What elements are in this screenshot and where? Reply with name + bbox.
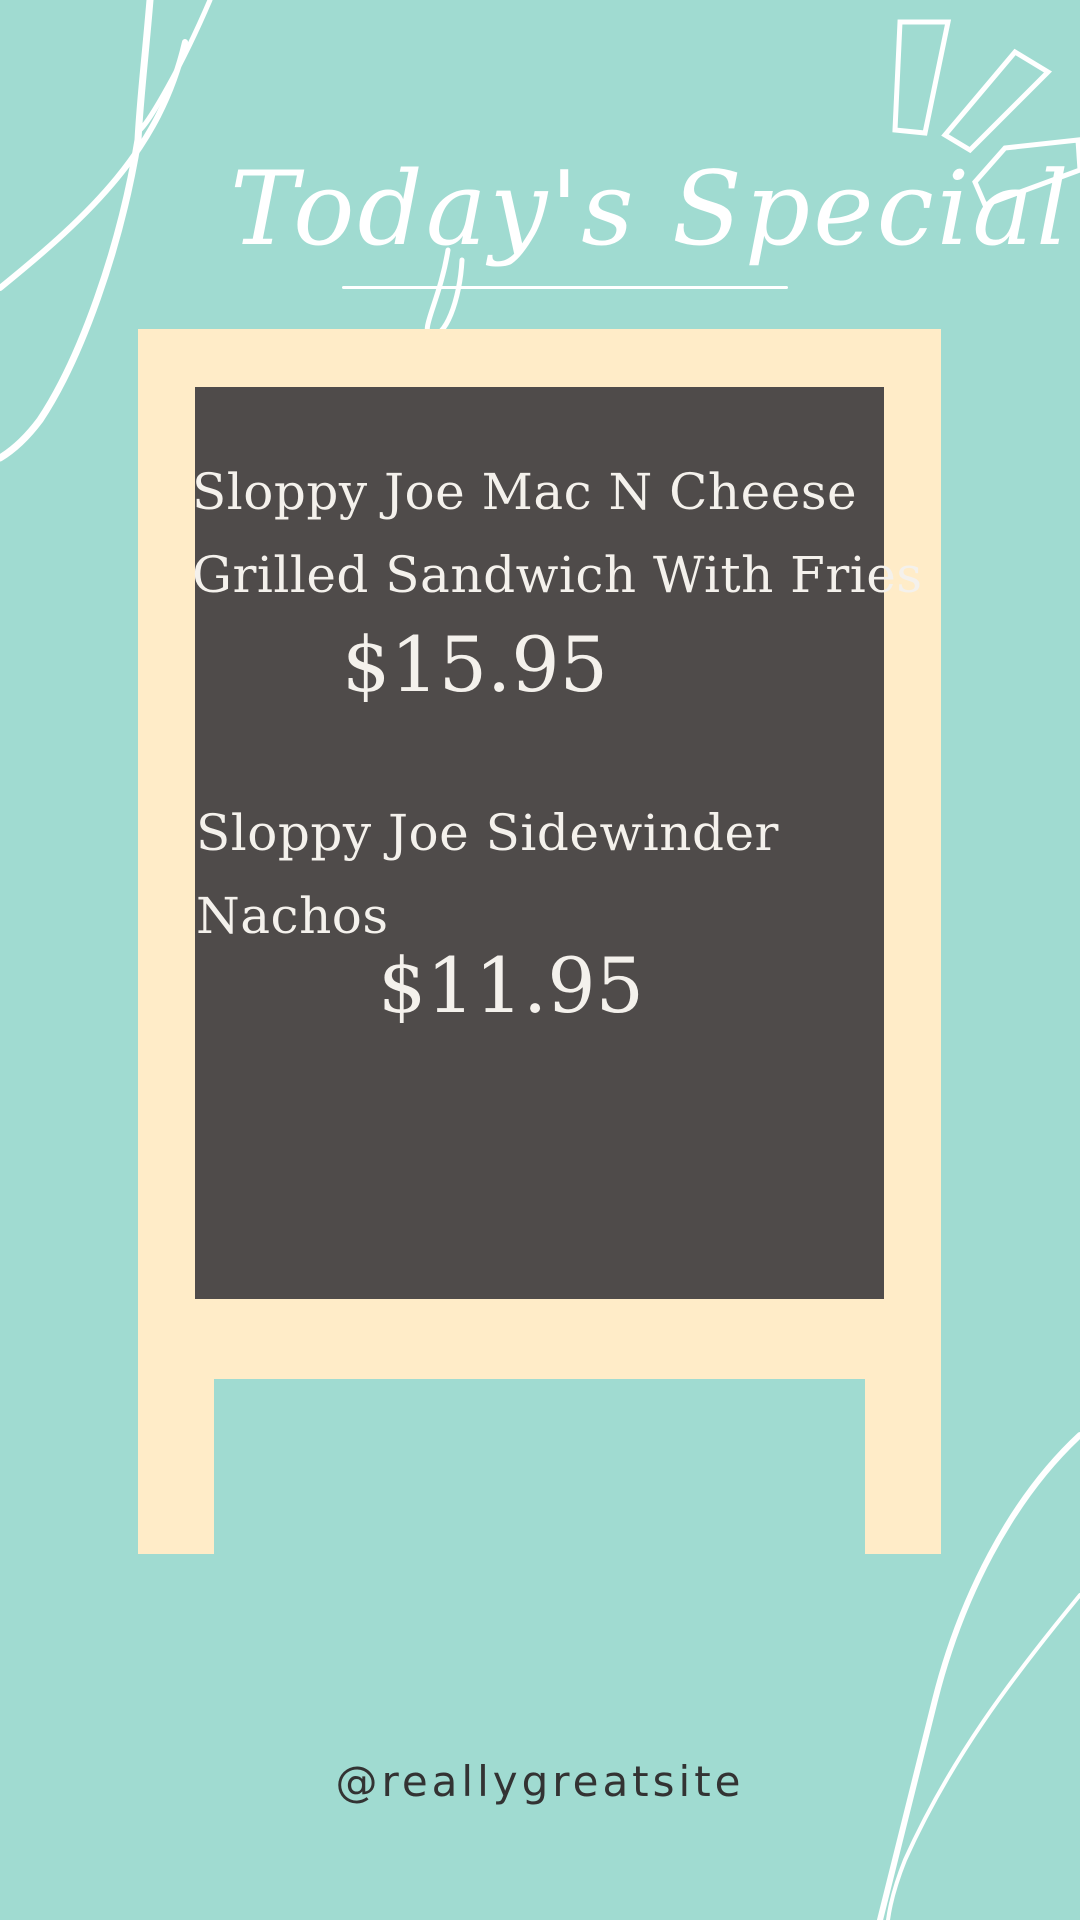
- menu-item-1-name-line1: Sloppy Joe Mac N Cheese: [192, 463, 858, 521]
- menu-item-2-price: $11.95: [378, 941, 644, 1030]
- menu-item-2-name-line2: Nachos: [196, 887, 389, 945]
- easel-leg-right: [865, 1340, 941, 1554]
- menu-item-2-name-line1: Sloppy Joe Sidewinder: [196, 804, 779, 862]
- stroke-top-left-2: [0, 0, 154, 462]
- easel-leg-left: [138, 1340, 214, 1554]
- social-handle: @reallygreatsite: [335, 1757, 745, 1806]
- title-underline: [342, 286, 788, 289]
- chalk-dash-1: [892, 19, 952, 136]
- menu-item-1-price: $15.95: [342, 620, 608, 709]
- chalk-dash-2: [941, 48, 1053, 154]
- page-title: Today's Special: [230, 150, 1072, 269]
- stroke-top-left-1: [0, 39, 188, 291]
- menu-item-1-name-line2: Grilled Sandwich With Fries: [192, 546, 923, 604]
- poster-canvas: Today's Special Sloppy Joe Mac N Cheese …: [0, 0, 1080, 1920]
